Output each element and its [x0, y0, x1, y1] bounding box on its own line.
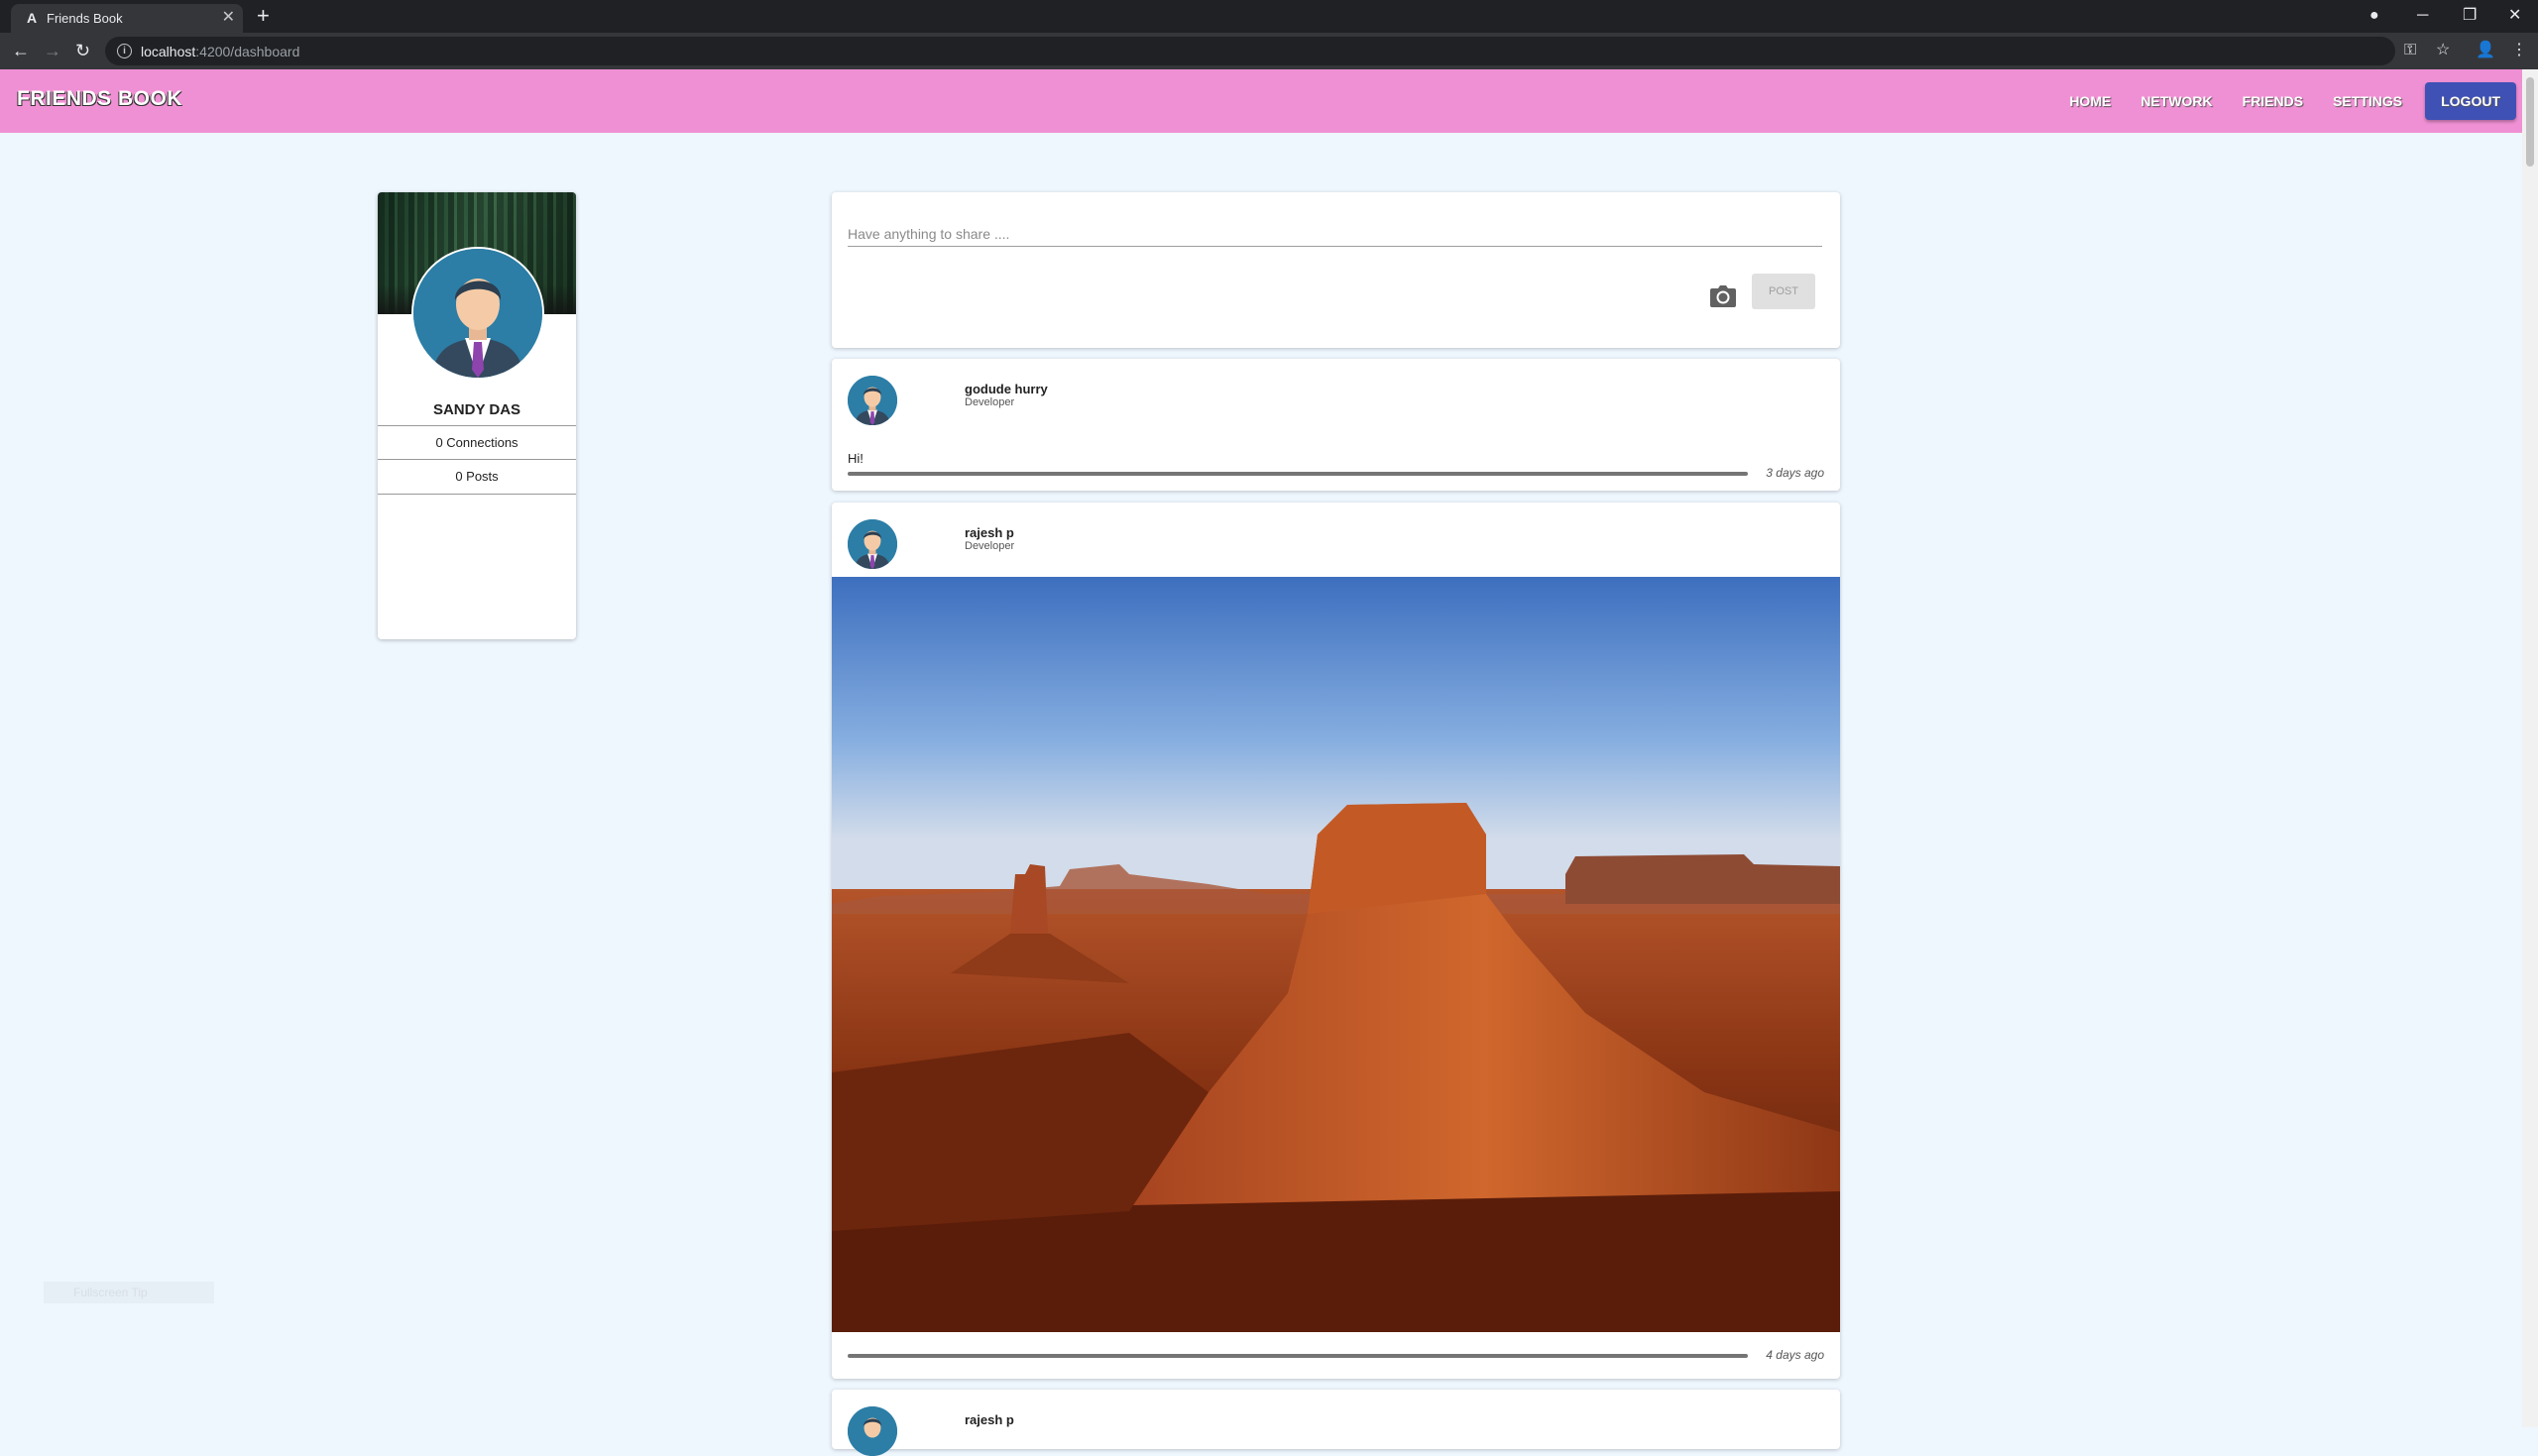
tab-close-icon[interactable]: ✕ [222, 8, 235, 28]
nav-home[interactable]: HOME [2054, 82, 2126, 120]
account-icon[interactable]: 👤 [2476, 39, 2495, 62]
nav-friends[interactable]: FRIENDS [2228, 82, 2318, 120]
camera-icon[interactable] [1708, 281, 1738, 311]
floating-hint: Fullscreen Tip [44, 1282, 214, 1303]
post-card: godude hurry Developer Hi! 3 days ago [832, 359, 1840, 491]
profile-card: SANDY DAS 0 Connections 0 Posts [378, 192, 576, 639]
bookmark-star-icon[interactable]: ☆ [2436, 39, 2450, 62]
user-avatar-icon [848, 519, 897, 569]
connections-count[interactable]: 0 Connections [378, 425, 576, 460]
new-tab-icon[interactable]: + [257, 4, 270, 28]
profile-name: SANDY DAS [432, 401, 521, 418]
forward-icon[interactable]: → [44, 39, 61, 62]
nav-network[interactable]: NETWORK [2126, 82, 2227, 120]
tab-title: Friends Book [47, 11, 123, 26]
post-card: rajesh p Developer 4 days ago [832, 503, 1840, 1379]
scrollbar[interactable] [2522, 69, 2538, 1427]
user-avatar-icon [848, 1406, 897, 1456]
post-card: rajesh p [832, 1390, 1840, 1456]
desert-butte-photo [832, 577, 1840, 1332]
key-icon[interactable]: ⚿ [2404, 39, 2416, 62]
site-info-icon[interactable]: i [117, 44, 132, 58]
post-image[interactable] [832, 577, 1840, 1332]
url-text[interactable]: localhost:4200/dashboard [141, 44, 299, 59]
post-text: Hi! [848, 451, 864, 466]
angular-favicon-icon: A [26, 10, 38, 26]
post-button[interactable]: POST [1752, 274, 1815, 309]
profile-badge-icon[interactable]: ● [2369, 4, 2379, 28]
post-divider [848, 1354, 1748, 1358]
posts-count[interactable]: 0 Posts [378, 459, 576, 495]
browser-tab[interactable]: A Friends Book ✕ [11, 4, 243, 33]
reload-icon[interactable]: ↻ [75, 39, 90, 62]
post-author-role: Developer [965, 540, 1015, 552]
browser-tabstrip: A Friends Book ✕ + ● ─ ❐ ✕ [0, 0, 2538, 33]
post-timestamp: 3 days ago [1766, 466, 1824, 480]
user-avatar-icon [413, 249, 542, 378]
post-timestamp: 4 days ago [1766, 1348, 1824, 1362]
address-bar[interactable]: i localhost:4200/dashboard [105, 37, 2395, 65]
minimize-icon[interactable]: ─ [2417, 4, 2428, 28]
menu-kebab-icon[interactable]: ⋮ [2511, 39, 2527, 62]
author-avatar[interactable] [848, 376, 897, 425]
profile-avatar[interactable] [411, 247, 544, 380]
user-avatar-icon [848, 376, 897, 425]
nav-settings[interactable]: SETTINGS [2318, 82, 2417, 120]
logout-button[interactable]: LOGOUT [2425, 82, 2516, 120]
brand-logo[interactable]: FRIENDS BOOK [17, 87, 182, 111]
back-icon[interactable]: ← [12, 39, 30, 62]
browser-toolbar: ← → ↻ i localhost:4200/dashboard ⚿ ☆ 👤 ⋮ [0, 33, 2538, 69]
post-author[interactable]: godude hurry [965, 382, 1048, 396]
post-author[interactable]: rajesh p [965, 1412, 1014, 1427]
main-nav: HOME NETWORK FRIENDS SETTINGS LOGOUT [2054, 82, 2516, 120]
share-input[interactable] [848, 222, 1822, 247]
app-header: FRIENDS BOOK HOME NETWORK FRIENDS SETTIN… [0, 69, 2538, 133]
window-close-icon[interactable]: ✕ [2508, 4, 2521, 28]
author-avatar[interactable] [848, 1406, 897, 1456]
post-author-role: Developer [965, 396, 1015, 408]
post-author[interactable]: rajesh p [965, 525, 1014, 540]
post-divider [848, 472, 1748, 476]
post-composer: POST [832, 192, 1840, 348]
restore-icon[interactable]: ❐ [2463, 4, 2477, 28]
author-avatar[interactable] [848, 519, 897, 569]
scrollbar-thumb[interactable] [2526, 77, 2534, 167]
